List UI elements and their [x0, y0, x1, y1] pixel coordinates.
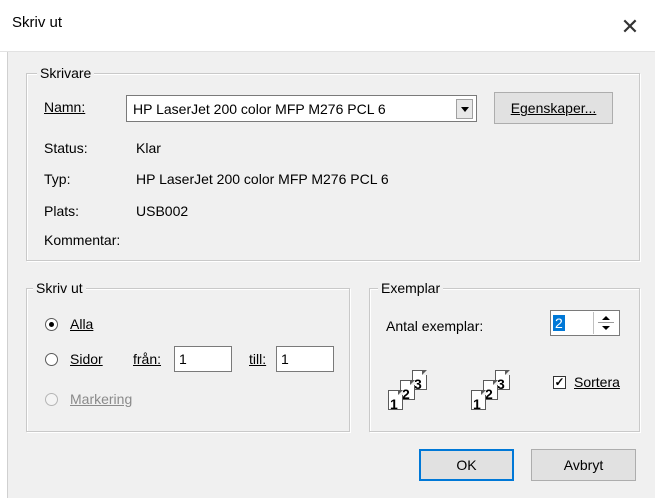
collate-label[interactable]: Sortera [574, 374, 620, 390]
location-value: USB002 [136, 203, 189, 219]
copies-count-value: 2 [553, 315, 565, 331]
close-icon: ✕ [620, 14, 640, 39]
ok-button-label: OK [456, 457, 477, 473]
radio-all-label[interactable]: Alla [70, 316, 93, 332]
spin-down-icon[interactable] [602, 326, 610, 330]
dialog-title: Skriv ut [12, 14, 63, 31]
collate-illustration-2: 3 2 1 [469, 368, 527, 412]
status-value: Klar [136, 140, 161, 156]
ok-button[interactable]: OK [419, 449, 514, 481]
printer-name-select[interactable]: HP LaserJet 200 color MFP M276 PCL 6 [126, 95, 477, 122]
location-label: Plats: [44, 203, 80, 219]
from-input[interactable]: 1 [174, 346, 232, 372]
comment-label: Kommentar: [44, 232, 121, 248]
printer-name-value: HP LaserJet 200 color MFP M276 PCL 6 [133, 101, 386, 117]
print-range-group-label: Skriv ut [33, 280, 86, 296]
printer-name-label: Namn: [44, 99, 86, 115]
spin-up-icon[interactable] [602, 316, 610, 320]
copies-count-input[interactable]: 2 [550, 310, 620, 336]
properties-button-label: Egenskaper... [510, 100, 597, 116]
printer-group-label: Skrivare [37, 65, 95, 81]
to-label: till: [249, 351, 267, 367]
status-label: Status: [44, 140, 88, 156]
spin-button[interactable] [593, 312, 618, 334]
radio-all[interactable] [45, 318, 58, 331]
collate-page-1: 1 [471, 390, 486, 412]
title-bar [0, 0, 655, 52]
properties-button[interactable]: Egenskaper... [494, 92, 613, 124]
copies-count-label: Antal exemplar: [386, 318, 484, 334]
window-left-edge [0, 52, 8, 498]
type-label: Typ: [44, 171, 71, 187]
collate-page-1: 1 [388, 390, 403, 412]
from-label: från: [133, 351, 162, 367]
spin-divider [598, 322, 614, 323]
radio-selection-label: Markering [70, 391, 133, 407]
type-value: HP LaserJet 200 color MFP M276 PCL 6 [136, 171, 389, 187]
cancel-button[interactable]: Avbryt [531, 449, 636, 481]
radio-pages[interactable] [45, 353, 58, 366]
collate-illustration-1: 3 2 1 [386, 368, 444, 412]
close-button[interactable]: ✕ [612, 12, 648, 42]
dropdown-button[interactable] [456, 99, 473, 119]
copies-group-label: Exemplar [378, 280, 444, 296]
chevron-down-icon [461, 107, 469, 112]
radio-selection [45, 393, 58, 406]
to-input[interactable]: 1 [276, 346, 334, 372]
cancel-button-label: Avbryt [563, 457, 604, 473]
radio-pages-label[interactable]: Sidor [70, 351, 103, 367]
title-bar-divider [0, 51, 655, 52]
collate-checkbox[interactable]: ✓ [553, 376, 566, 389]
